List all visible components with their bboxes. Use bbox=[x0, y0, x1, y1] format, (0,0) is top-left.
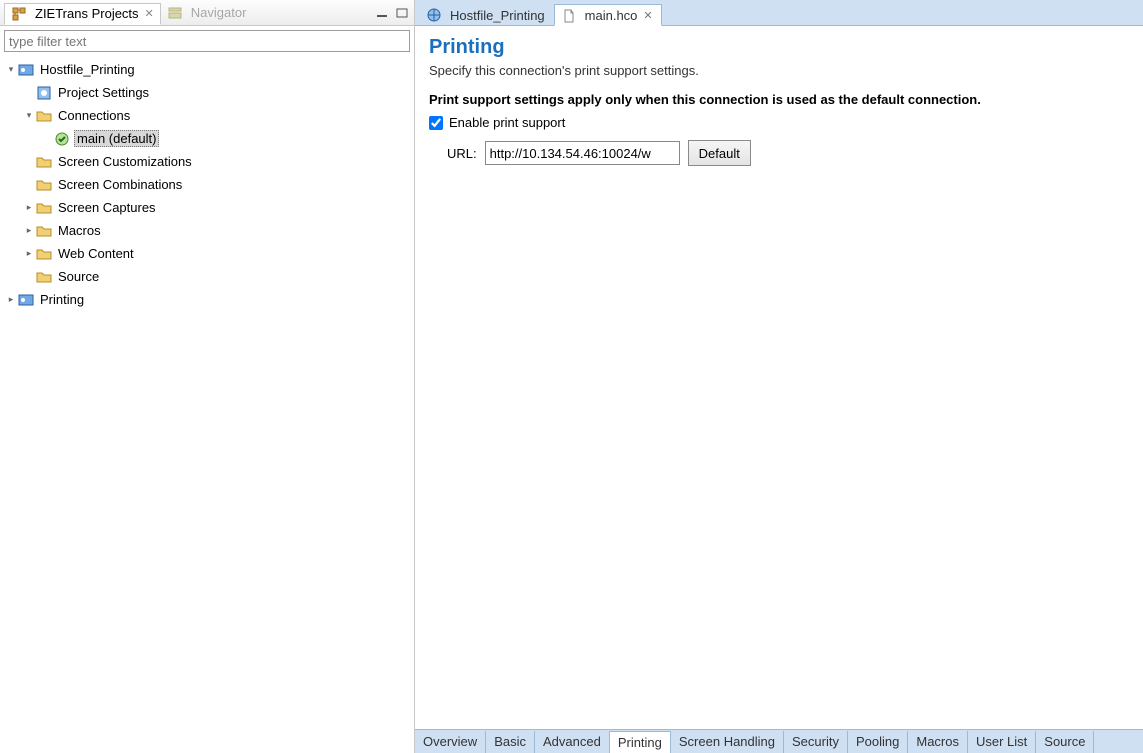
tree-label: Printing bbox=[38, 292, 86, 307]
project-icon bbox=[18, 62, 34, 78]
enable-print-support-checkbox[interactable] bbox=[429, 116, 443, 130]
editor-panel: Hostfile_Printing main.hco ✕ Printing Sp… bbox=[415, 0, 1143, 753]
bottom-tab-basic[interactable]: Basic bbox=[486, 731, 535, 753]
tree-label: Hostfile_Printing bbox=[38, 62, 137, 77]
tree-item-macros[interactable]: ▸ Macros bbox=[0, 219, 414, 242]
tree-label: Project Settings bbox=[56, 85, 151, 100]
tree-label: Web Content bbox=[56, 246, 136, 261]
view-tab-bar: ZIETrans Projects ✕ Navigator bbox=[0, 0, 414, 26]
editor-tab-bar: Hostfile_Printing main.hco ✕ bbox=[415, 0, 1143, 26]
connection-icon bbox=[54, 131, 70, 147]
bottom-tab-screen-handling[interactable]: Screen Handling bbox=[671, 731, 784, 753]
bottom-tab-printing[interactable]: Printing bbox=[610, 731, 671, 753]
tree-label: Screen Captures bbox=[56, 200, 158, 215]
tree-item-hostfile-printing[interactable]: ▾ Hostfile_Printing bbox=[0, 58, 414, 81]
project-tree: ▾ Hostfile_Printing Project Settings ▾ C… bbox=[0, 56, 414, 753]
project-icon bbox=[18, 292, 34, 308]
folder-icon bbox=[36, 177, 52, 193]
tree-label: Macros bbox=[56, 223, 103, 238]
globe-icon bbox=[426, 7, 442, 23]
url-input[interactable] bbox=[485, 141, 680, 165]
page-title: Printing bbox=[429, 36, 1129, 59]
chevron-right-icon[interactable]: ▸ bbox=[22, 202, 36, 213]
maximize-view-icon[interactable] bbox=[394, 6, 410, 20]
tree-item-connections[interactable]: ▾ Connections bbox=[0, 104, 414, 127]
default-button[interactable]: Default bbox=[688, 140, 751, 166]
folder-icon bbox=[36, 246, 52, 262]
print-support-note: Print support settings apply only when t… bbox=[429, 92, 1129, 107]
chevron-right-icon[interactable]: ▸ bbox=[22, 248, 36, 259]
editor-tab-main-hco[interactable]: main.hco ✕ bbox=[554, 4, 662, 26]
editor-tab-label: main.hco bbox=[585, 8, 638, 23]
tree-icon bbox=[11, 6, 27, 22]
view-tab-navigator[interactable]: Navigator bbox=[161, 2, 253, 24]
folder-icon bbox=[36, 269, 52, 285]
tree-label: Connections bbox=[56, 108, 132, 123]
tree-label: main (default) bbox=[74, 130, 159, 147]
folder-icon bbox=[36, 154, 52, 170]
tree-label: Screen Customizations bbox=[56, 154, 194, 169]
close-icon[interactable]: ✕ bbox=[643, 9, 652, 22]
enable-print-support-row[interactable]: Enable print support bbox=[429, 115, 1129, 130]
chevron-right-icon[interactable]: ▸ bbox=[22, 225, 36, 236]
editor-tab-hostfile-printing[interactable]: Hostfile_Printing bbox=[419, 3, 554, 25]
close-icon[interactable]: ✕ bbox=[145, 7, 154, 20]
bottom-tab-macros[interactable]: Macros bbox=[908, 731, 968, 753]
url-row: URL: Default bbox=[447, 140, 1129, 166]
view-tab-label: Navigator bbox=[191, 5, 247, 20]
editor-tab-label: Hostfile_Printing bbox=[450, 8, 545, 23]
page-subtitle: Specify this connection's print support … bbox=[429, 63, 1129, 78]
tree-item-screen-customizations[interactable]: Screen Customizations bbox=[0, 150, 414, 173]
settings-icon bbox=[36, 85, 52, 101]
chevron-right-icon[interactable]: ▸ bbox=[4, 294, 18, 305]
view-tab-label: ZIETrans Projects bbox=[35, 6, 139, 21]
filter-input[interactable] bbox=[4, 30, 410, 52]
tree-item-project-settings[interactable]: Project Settings bbox=[0, 81, 414, 104]
bottom-tab-pooling[interactable]: Pooling bbox=[848, 731, 908, 753]
tree-item-screen-combinations[interactable]: Screen Combinations bbox=[0, 173, 414, 196]
tree-item-web-content[interactable]: ▸ Web Content bbox=[0, 242, 414, 265]
url-label: URL: bbox=[447, 146, 477, 161]
tree-item-main-default[interactable]: main (default) bbox=[0, 127, 414, 150]
bottom-tab-advanced[interactable]: Advanced bbox=[535, 731, 610, 753]
enable-print-support-label: Enable print support bbox=[449, 115, 565, 130]
navigator-icon bbox=[167, 5, 183, 21]
file-icon bbox=[561, 8, 577, 24]
tree-item-printing[interactable]: ▸ Printing bbox=[0, 288, 414, 311]
folder-icon bbox=[36, 223, 52, 239]
minimize-view-icon[interactable] bbox=[374, 6, 390, 20]
bottom-tab-source[interactable]: Source bbox=[1036, 731, 1094, 753]
bottom-tab-security[interactable]: Security bbox=[784, 731, 848, 753]
chevron-down-icon[interactable]: ▾ bbox=[4, 64, 18, 75]
tree-label: Source bbox=[56, 269, 101, 284]
editor-bottom-tab-bar: Overview Basic Advanced Printing Screen … bbox=[415, 729, 1143, 753]
tree-item-source[interactable]: Source bbox=[0, 265, 414, 288]
bottom-tab-overview[interactable]: Overview bbox=[415, 731, 486, 753]
project-explorer-panel: ZIETrans Projects ✕ Navigator ▾ Hostfile… bbox=[0, 0, 415, 753]
tree-label: Screen Combinations bbox=[56, 177, 184, 192]
filter-row bbox=[0, 26, 414, 56]
bottom-tab-user-list[interactable]: User List bbox=[968, 731, 1036, 753]
folder-icon bbox=[36, 200, 52, 216]
editor-body: Printing Specify this connection's print… bbox=[415, 26, 1143, 729]
tree-item-screen-captures[interactable]: ▸ Screen Captures bbox=[0, 196, 414, 219]
view-tab-zietrans-projects[interactable]: ZIETrans Projects ✕ bbox=[4, 3, 161, 25]
folder-icon bbox=[36, 108, 52, 124]
chevron-down-icon[interactable]: ▾ bbox=[22, 110, 36, 121]
